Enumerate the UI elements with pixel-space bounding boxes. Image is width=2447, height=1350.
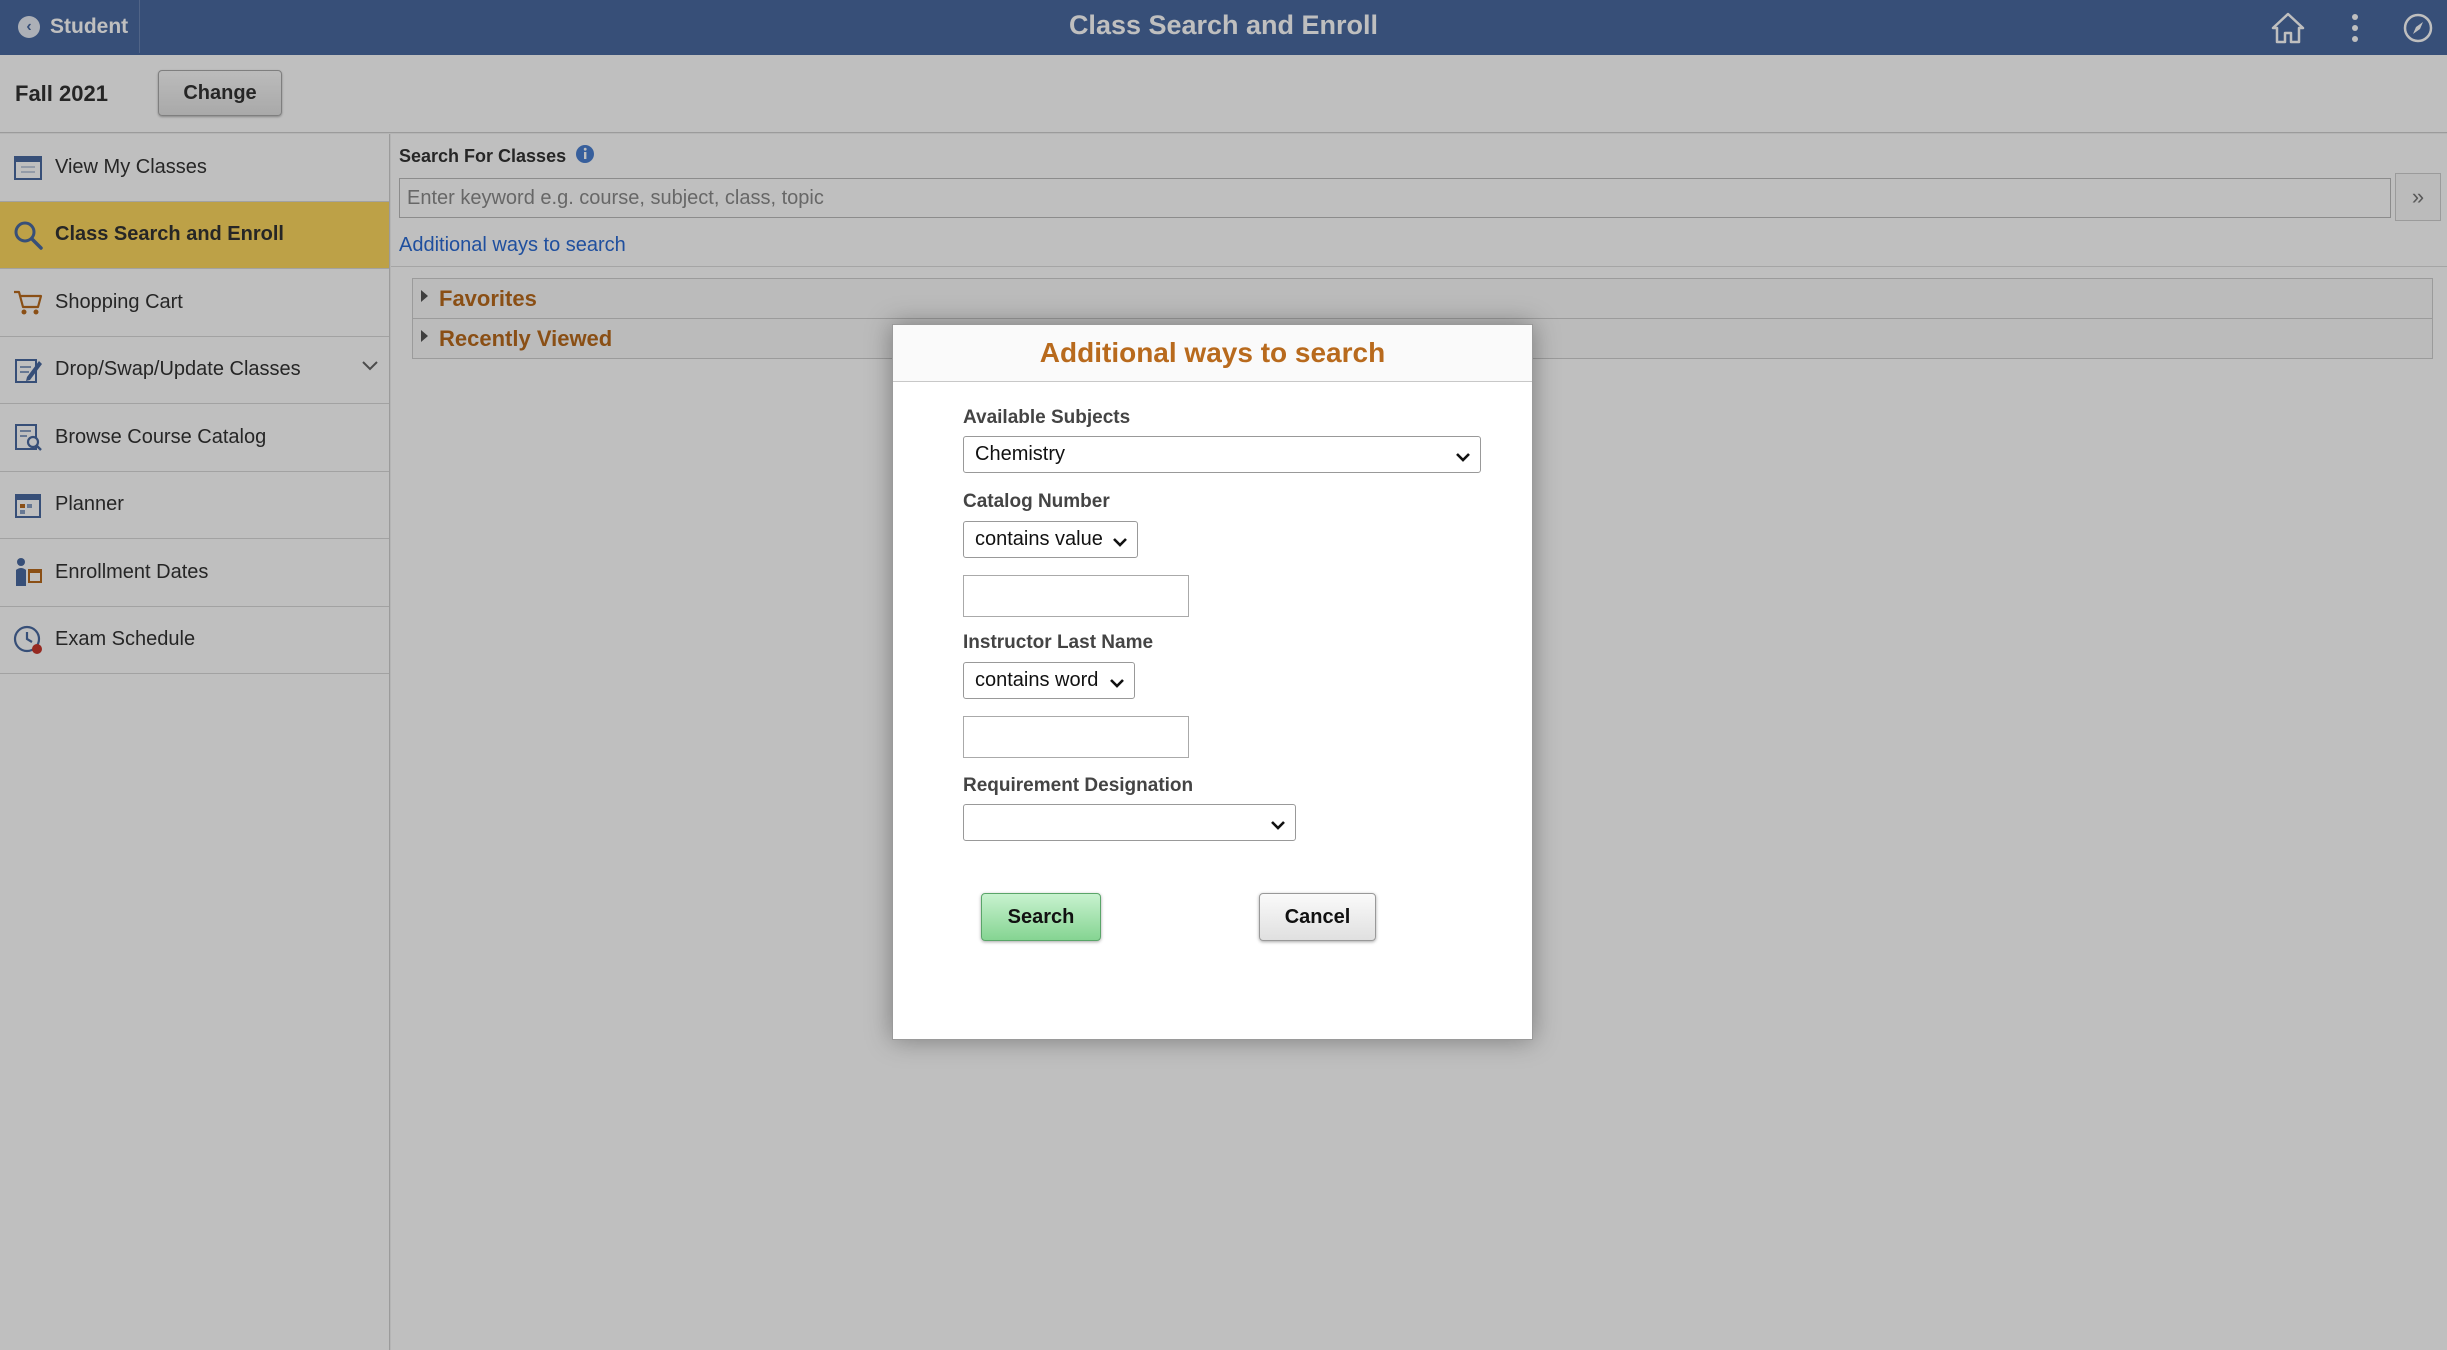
requirement-designation-select[interactable]: [963, 804, 1296, 841]
modal-header: Additional ways to search: [893, 325, 1532, 382]
modal-cancel-button[interactable]: Cancel: [1259, 893, 1376, 941]
chevron-down-icon: [1109, 673, 1125, 696]
select-value: contains word: [975, 669, 1099, 691]
catalog-number-input[interactable]: [963, 575, 1189, 617]
chevron-down-icon: [1112, 532, 1128, 555]
requirement-designation-label: Requirement Designation: [963, 775, 1194, 796]
available-subjects-select[interactable]: Chemistry: [963, 436, 1481, 473]
modal-search-button[interactable]: Search: [981, 893, 1101, 941]
catalog-operator-select[interactable]: contains value: [963, 521, 1138, 558]
select-value: Chemistry: [975, 443, 1066, 465]
available-subjects-label: Available Subjects: [963, 407, 1131, 428]
instructor-operator-select[interactable]: contains word: [963, 662, 1135, 699]
additional-search-modal: Additional ways to search Available Subj…: [892, 324, 1533, 1040]
chevron-down-icon: [1270, 815, 1286, 838]
chevron-down-icon: [1455, 447, 1471, 470]
select-value: contains value: [975, 528, 1103, 550]
instructor-last-name-label: Instructor Last Name: [963, 632, 1154, 653]
catalog-number-label: Catalog Number: [963, 491, 1110, 512]
instructor-last-name-input[interactable]: [963, 716, 1189, 758]
modal-title: Additional ways to search: [1039, 337, 1386, 368]
